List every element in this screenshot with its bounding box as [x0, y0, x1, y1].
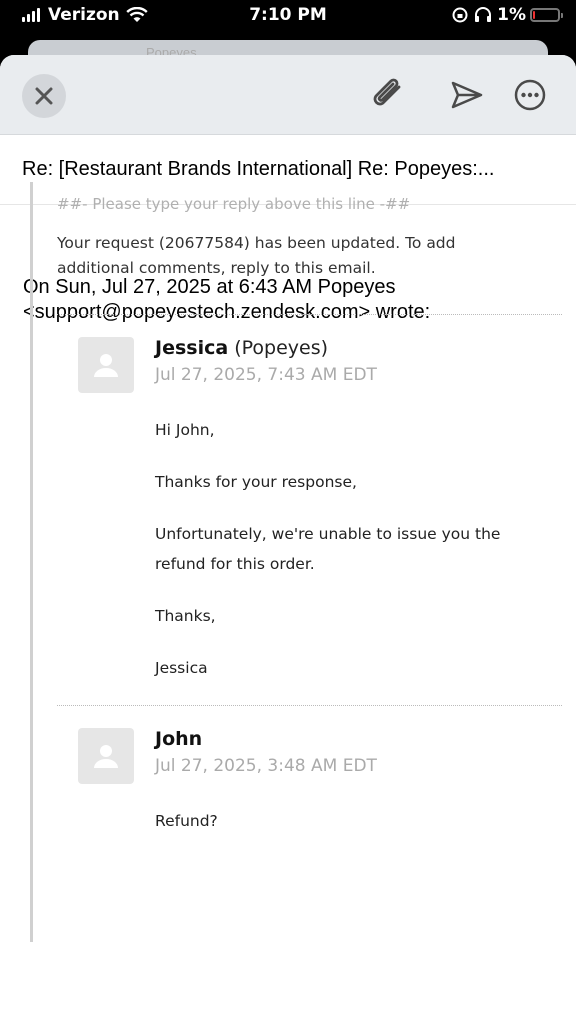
update-notice-line-1: Your request (20677584) has been updated…: [57, 234, 456, 252]
comment-jessica: Jessica (Popeyes) Jul 27, 2025, 7:43 AM …: [78, 315, 562, 683]
author-name: Jessica: [155, 337, 229, 359]
compose-sheet: Re: [Restaurant Brands International] Re…: [0, 55, 576, 1024]
headphones-icon: [475, 7, 492, 22]
quoted-message: ##- Please type your reply above this li…: [57, 195, 562, 858]
comment-line: Unfortunately, we're unable to issue you…: [155, 519, 562, 579]
battery-percent: 1%: [497, 5, 526, 25]
reply-hint: ##- Please type your reply above this li…: [57, 195, 411, 213]
comment-author: John: [155, 728, 562, 750]
paperclip-icon: [373, 78, 401, 106]
comment-john: John Jul 27, 2025, 3:48 AM EDT Refund?: [78, 706, 562, 836]
orientation-lock-icon: [452, 7, 468, 23]
comment-author: Jessica (Popeyes): [155, 337, 562, 359]
send-button[interactable]: [448, 76, 486, 114]
comment-body: Refund?: [155, 806, 562, 836]
comment-timestamp: Jul 27, 2025, 7:43 AM EDT: [155, 365, 377, 385]
comment-line-part: refund for this order.: [155, 555, 315, 573]
subject-text: Re: [Restaurant Brands International] Re…: [22, 158, 495, 180]
avatar-icon: [94, 745, 118, 768]
send-icon: [451, 81, 483, 109]
author-org: (Popeyes): [234, 337, 329, 359]
avatar: [78, 337, 134, 393]
status-bar: Verizon 7:10 PM 1%: [0, 0, 576, 30]
compose-toolbar: [0, 55, 576, 135]
comment-line: Thanks for your response,: [155, 473, 357, 491]
comment-line: Hi John,: [155, 421, 215, 439]
update-notice-line-2: additional comments, reply to this email…: [57, 259, 376, 277]
comment-line: Thanks,: [155, 607, 216, 625]
comment-line: Refund?: [155, 812, 218, 830]
attach-button[interactable]: [370, 76, 408, 114]
comment-line: Jessica: [155, 659, 208, 677]
comment-body: Hi John, Thanks for your response, Unfor…: [155, 415, 562, 683]
battery-icon: [530, 8, 563, 22]
author-name: John: [155, 728, 203, 750]
quote-bar: [30, 182, 33, 942]
more-icon: [514, 79, 546, 111]
avatar: [78, 728, 134, 784]
close-button[interactable]: [22, 74, 66, 118]
comment-timestamp: Jul 27, 2025, 3:48 AM EDT: [155, 756, 377, 776]
status-right: 1%: [451, 5, 563, 25]
more-button[interactable]: [511, 76, 549, 114]
update-notice: Your request (20677584) has been updated…: [57, 231, 562, 281]
close-icon: [35, 87, 53, 105]
avatar-icon: [94, 354, 118, 377]
comment-line-part: Unfortunately, we're unable to issue you…: [155, 525, 501, 543]
